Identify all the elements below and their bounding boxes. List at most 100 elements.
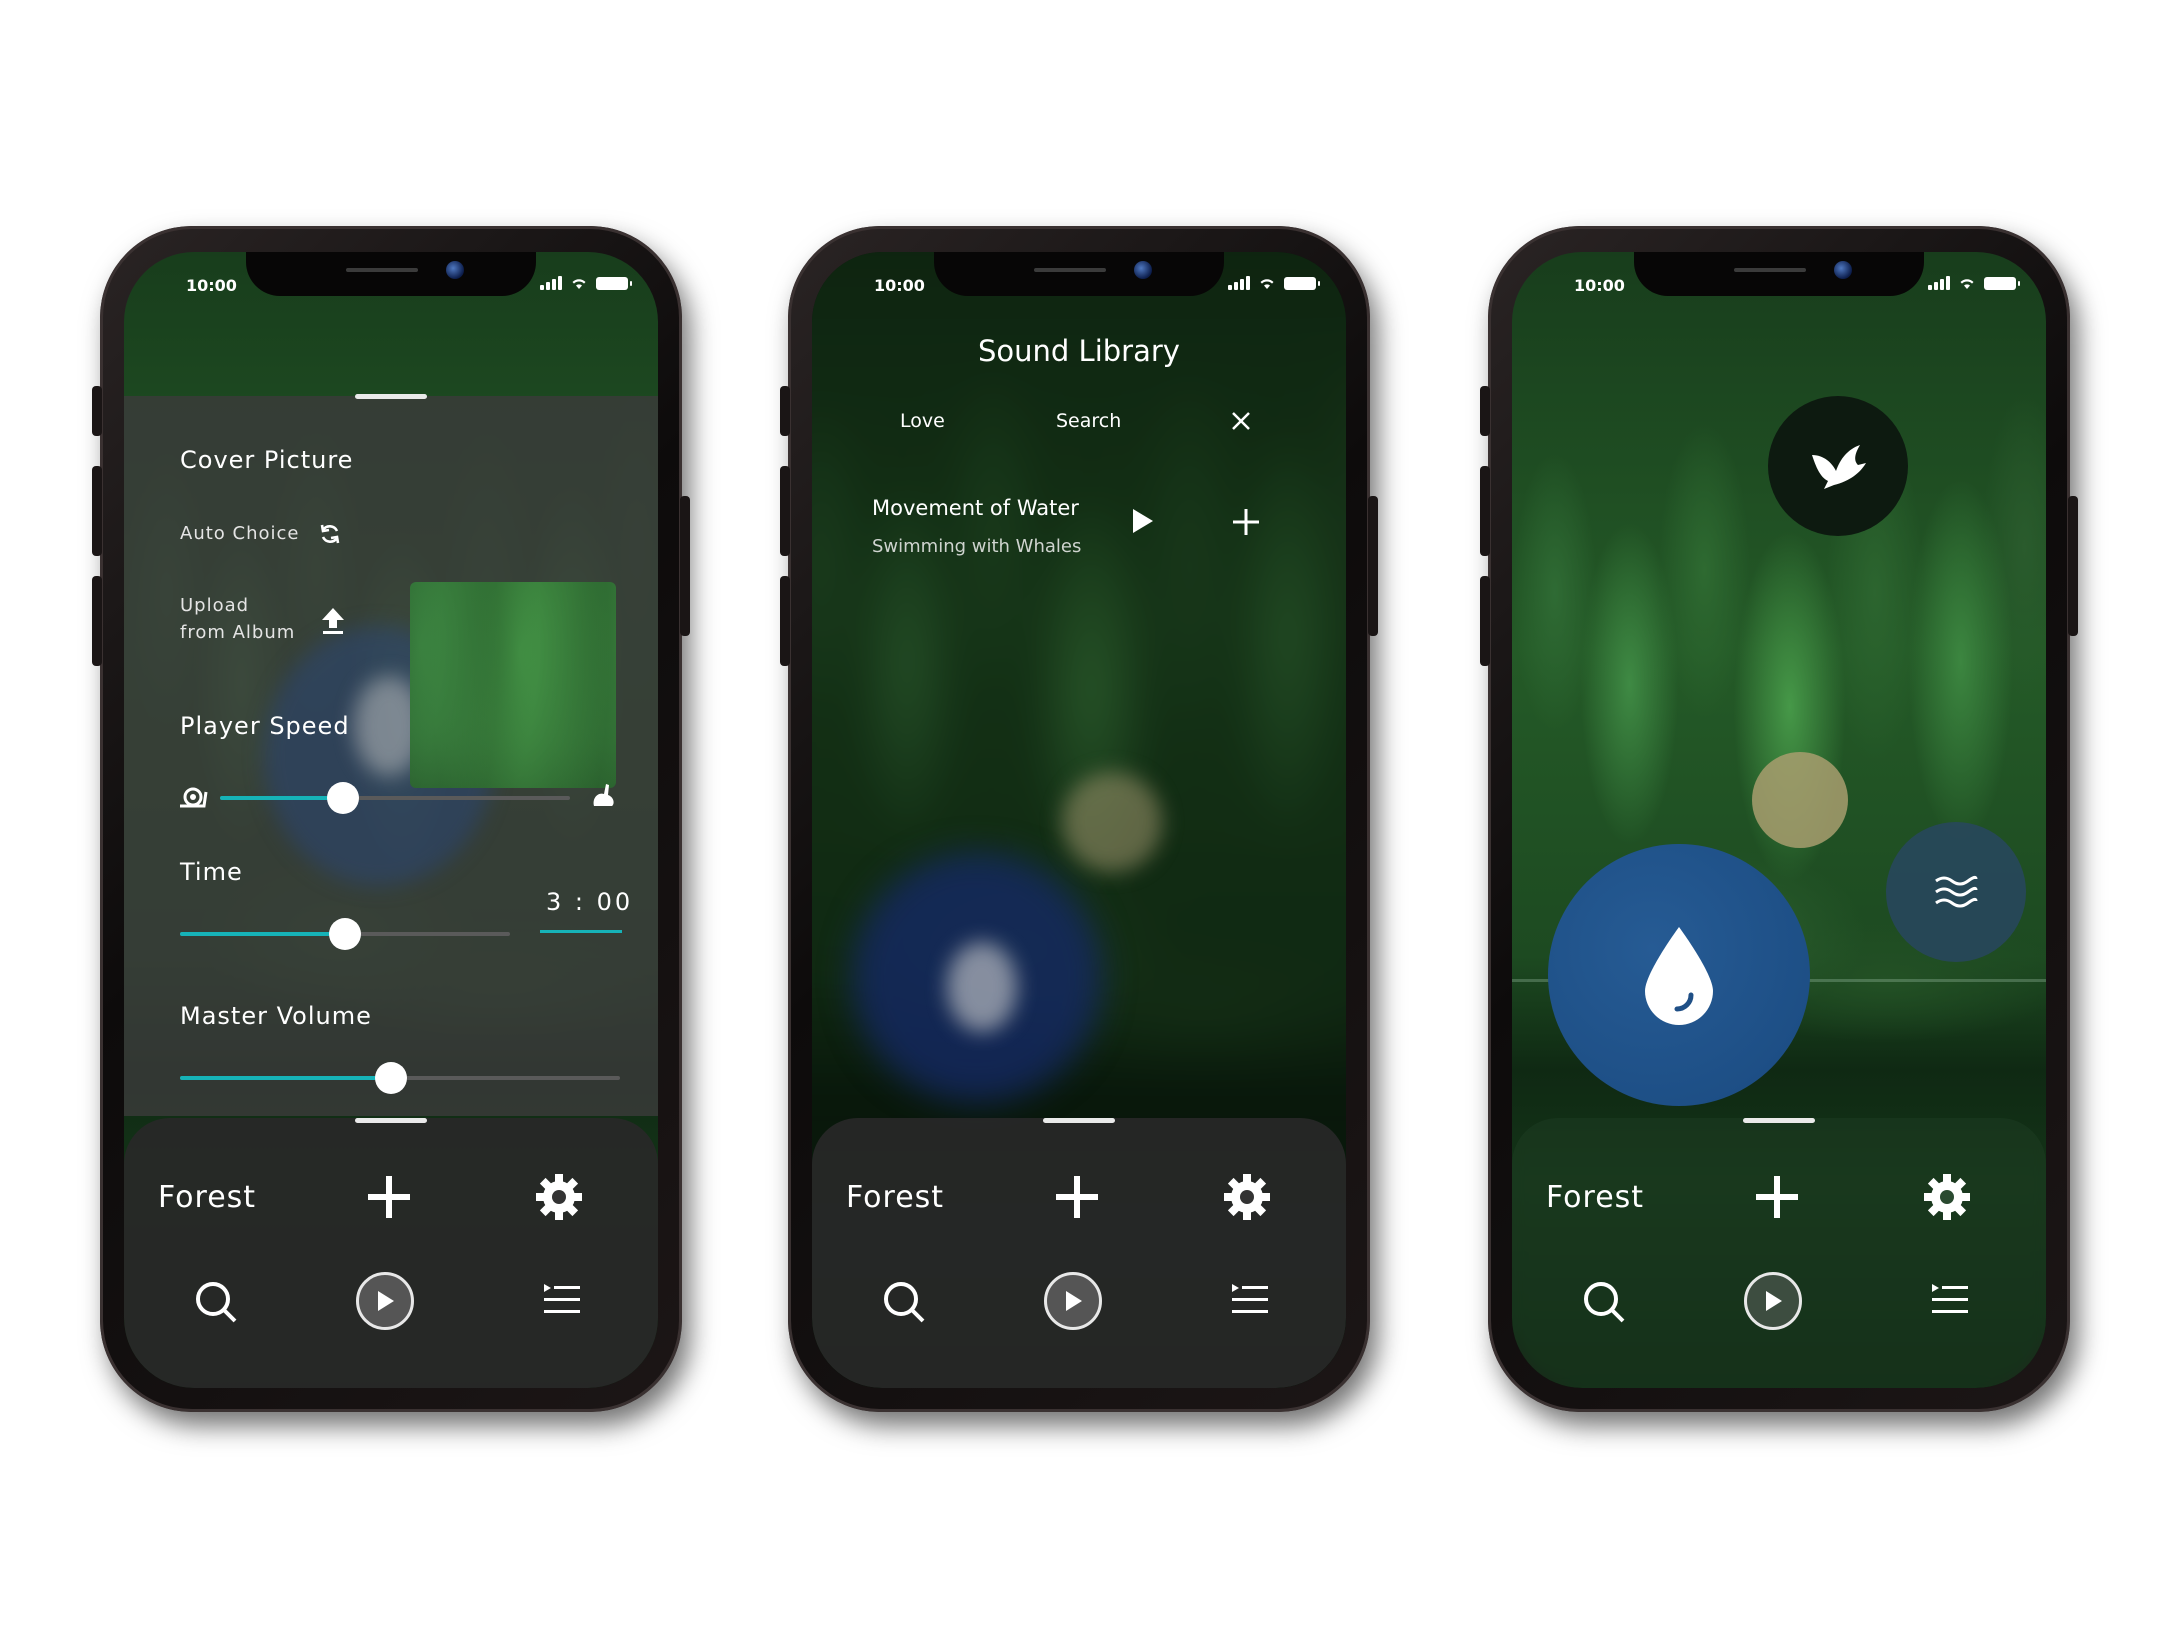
playlist-icon[interactable] [1930, 1280, 1970, 1320]
play-icon [1066, 1291, 1082, 1311]
play-icon [378, 1291, 394, 1311]
master-volume-fill [180, 1076, 392, 1080]
search-icon[interactable] [1580, 1278, 1626, 1324]
scene-title: Forest [1546, 1180, 1645, 1215]
gear-icon[interactable] [1222, 1172, 1272, 1222]
screen: 10:00 Sound Library Love Search Movement… [812, 252, 1346, 1388]
play-button[interactable] [356, 1272, 414, 1330]
cover-picture-label: Cover Picture [180, 446, 354, 474]
front-camera [1134, 261, 1152, 279]
notch [1634, 252, 1924, 296]
player-speed-label: Player Speed [180, 712, 350, 740]
notch [246, 252, 536, 296]
volume-up-button [1480, 466, 1490, 556]
upload-icon[interactable] [320, 606, 346, 636]
close-icon[interactable] [1230, 410, 1252, 432]
scene-title: Forest [158, 1180, 257, 1215]
waves-icon [1935, 875, 1978, 908]
mute-switch [92, 386, 102, 436]
volume-down-button [1480, 576, 1490, 666]
bird-sound-bubble[interactable] [1768, 396, 1908, 536]
time-fill [180, 932, 345, 936]
auto-choice-option[interactable]: Auto Choice [180, 520, 299, 547]
drop-blur [947, 942, 1017, 1032]
time-thumb[interactable] [329, 918, 361, 950]
plus-icon[interactable] [1754, 1174, 1800, 1220]
screen: 10:00 Forest [1512, 252, 2046, 1388]
time-value-underline [540, 930, 622, 933]
phone-sound-library: 10:00 Sound Library Love Search Movement… [780, 226, 1378, 1412]
track-play-icon[interactable] [1130, 506, 1156, 536]
player-speed-slider[interactable] [220, 782, 570, 814]
time-slider[interactable] [180, 918, 510, 950]
wifi-icon [1960, 279, 1974, 289]
time-value[interactable]: 3 : 00 [546, 888, 633, 916]
search-icon[interactable] [880, 1278, 926, 1324]
status-icons [1928, 276, 2020, 290]
notch [934, 252, 1224, 296]
add-track-icon[interactable] [1232, 508, 1260, 536]
play-button[interactable] [1744, 1272, 1802, 1330]
battery-icon [596, 276, 632, 290]
bottom-grabber[interactable] [1043, 1118, 1115, 1123]
gear-icon[interactable] [534, 1172, 584, 1222]
playlist-icon[interactable] [542, 1280, 582, 1320]
play-icon [1766, 1291, 1782, 1311]
status-icons [540, 276, 632, 290]
bottom-bar: Forest [124, 1118, 658, 1388]
signal-icon [540, 276, 562, 290]
volume-down-button [780, 576, 790, 666]
refresh-icon[interactable] [318, 522, 342, 546]
plus-icon[interactable] [1054, 1174, 1100, 1220]
status-time: 10:00 [1574, 276, 1625, 295]
cover-thumbnail[interactable] [410, 582, 616, 788]
player-speed-thumb[interactable] [326, 782, 359, 814]
mute-switch [1480, 386, 1490, 436]
upload-line2: from Album [180, 622, 296, 643]
track-title: Movement of Water [872, 496, 1079, 520]
leaf-sound-bubble[interactable] [1752, 752, 1848, 848]
front-camera [1834, 261, 1852, 279]
front-camera [446, 261, 464, 279]
screen: 10:00 Cover Picture Auto Choice Upload f… [124, 252, 658, 1388]
battery-icon [1284, 276, 1320, 290]
master-volume-thumb[interactable] [375, 1062, 408, 1094]
water-drop-icon [1645, 927, 1713, 1025]
status-icons [1228, 276, 1320, 290]
gear-icon[interactable] [1922, 1172, 1972, 1222]
water-sound-bubble[interactable] [1548, 844, 1810, 1106]
panel-grabber[interactable] [355, 394, 427, 399]
play-button[interactable] [1044, 1272, 1102, 1330]
rabbit-icon [593, 784, 614, 806]
wind-sound-bubble[interactable] [1886, 822, 2026, 962]
track-subtitle: Swimming with Whales [872, 536, 1082, 557]
master-volume-slider[interactable] [180, 1062, 620, 1094]
phone-soundscape: 10:00 Forest [1480, 226, 2078, 1412]
plus-icon[interactable] [366, 1174, 412, 1220]
playlist-icon[interactable] [1230, 1280, 1270, 1320]
upload-option[interactable]: Upload from Album [180, 592, 295, 646]
settings-panel: Cover Picture Auto Choice Upload from Al… [124, 394, 658, 1116]
leaf-bubble-blur [1062, 772, 1162, 872]
tab-search[interactable]: Search [1056, 410, 1121, 432]
page-title: Sound Library [978, 334, 1180, 368]
phone-settings: 10:00 Cover Picture Auto Choice Upload f… [92, 226, 690, 1412]
wifi-icon [572, 279, 586, 289]
power-button [2068, 496, 2078, 636]
bottom-grabber[interactable] [355, 1118, 427, 1123]
signal-icon [1928, 276, 1950, 290]
player-speed-fill [220, 796, 343, 800]
bottom-bar: Forest [812, 1118, 1346, 1388]
signal-icon [1228, 276, 1250, 290]
search-icon[interactable] [192, 1278, 238, 1324]
bottom-grabber[interactable] [1743, 1118, 1815, 1123]
master-volume-label: Master Volume [180, 1002, 372, 1030]
time-label: Time [180, 858, 243, 886]
snail-icon [180, 787, 208, 808]
volume-up-button [92, 466, 102, 556]
status-time: 10:00 [874, 276, 925, 295]
mute-switch [780, 386, 790, 436]
bird-icon [1812, 445, 1866, 489]
tab-love[interactable]: Love [900, 410, 945, 432]
upload-line1: Upload [180, 595, 250, 616]
